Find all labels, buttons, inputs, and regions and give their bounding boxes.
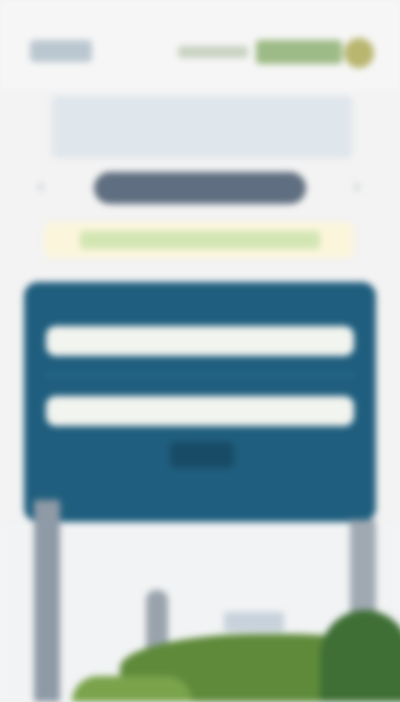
top-bar xyxy=(0,0,400,90)
search-field-1[interactable] xyxy=(46,326,354,356)
primary-nav-button[interactable] xyxy=(94,172,306,204)
brand-logo[interactable] xyxy=(178,36,380,68)
search-button[interactable] xyxy=(170,442,234,468)
brand-logo-wordmark xyxy=(256,40,342,64)
divider xyxy=(46,374,354,376)
chevron-left-icon[interactable]: ‹ xyxy=(30,176,52,196)
search-panel-footer xyxy=(68,478,332,504)
grass xyxy=(72,676,192,702)
notice-text xyxy=(80,231,320,249)
search-field-2[interactable] xyxy=(46,396,354,426)
page: ‹ › xyxy=(0,0,400,702)
notice-banner xyxy=(44,222,354,258)
site-logo-icon[interactable] xyxy=(30,40,92,62)
trees-right xyxy=(320,610,400,702)
brand-seal-icon xyxy=(344,38,374,68)
brand-logo-mark xyxy=(178,46,248,58)
small-sign xyxy=(224,612,284,632)
search-panel xyxy=(24,282,376,522)
chevron-right-icon[interactable]: › xyxy=(346,176,368,196)
sign-post-left xyxy=(34,500,60,702)
page-headline xyxy=(52,96,352,158)
